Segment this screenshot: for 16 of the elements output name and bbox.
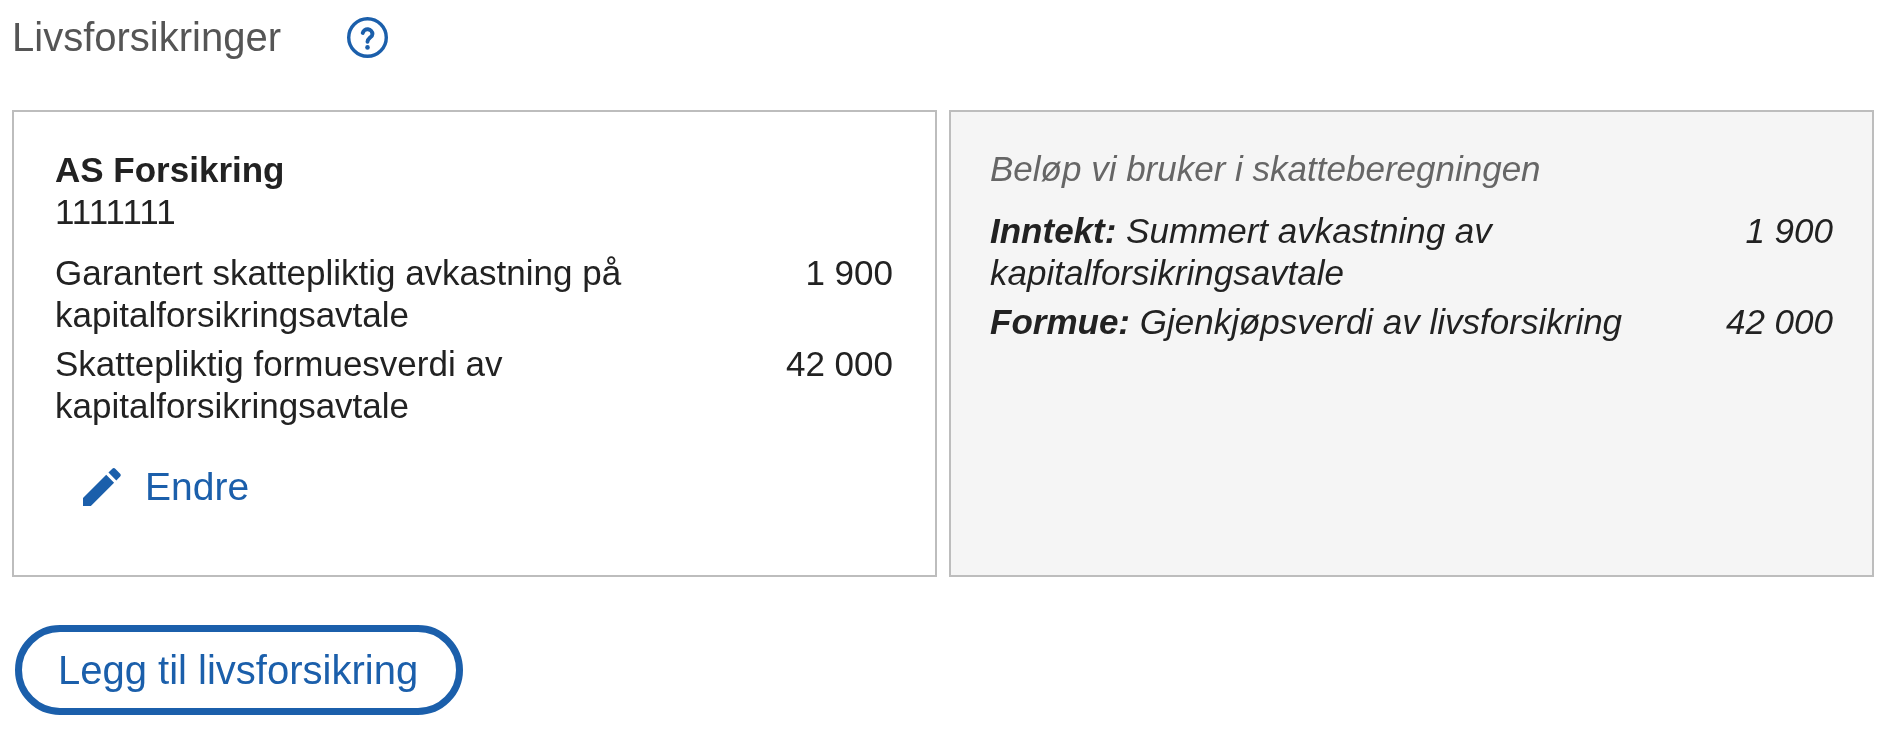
tax-summary-heading: Beløp vi bruker i skatteberegningen bbox=[990, 148, 1542, 190]
page-title: Livsforsikringer bbox=[12, 14, 281, 61]
pencil-icon bbox=[83, 468, 121, 506]
row-value: 1 900 bbox=[805, 252, 893, 294]
row-value: 1 900 bbox=[1745, 210, 1833, 252]
row-value: 42 000 bbox=[1725, 301, 1833, 343]
company-name: AS Forsikring bbox=[55, 149, 286, 191]
edit-link[interactable]: Endre bbox=[83, 463, 250, 511]
row-value: 42 000 bbox=[785, 343, 893, 385]
row-label: Garantert skattepliktig avkastning på kapitalforsikringsavtale bbox=[55, 252, 623, 336]
policy-number: 1111111 bbox=[55, 191, 177, 233]
row-label: Formue: Gjenkjøpsverdi av livsforsikring bbox=[990, 301, 1624, 343]
add-life-insurance-button[interactable]: Legg til livsforsikring bbox=[15, 625, 464, 715]
row-label: Skattepliktig formuesverdi av kapitalforsikringsavtale bbox=[55, 343, 504, 427]
row-label: Inntekt: Summert avkastning av kapitalforsikringsavtale bbox=[990, 210, 1494, 294]
help-icon[interactable] bbox=[346, 16, 388, 58]
